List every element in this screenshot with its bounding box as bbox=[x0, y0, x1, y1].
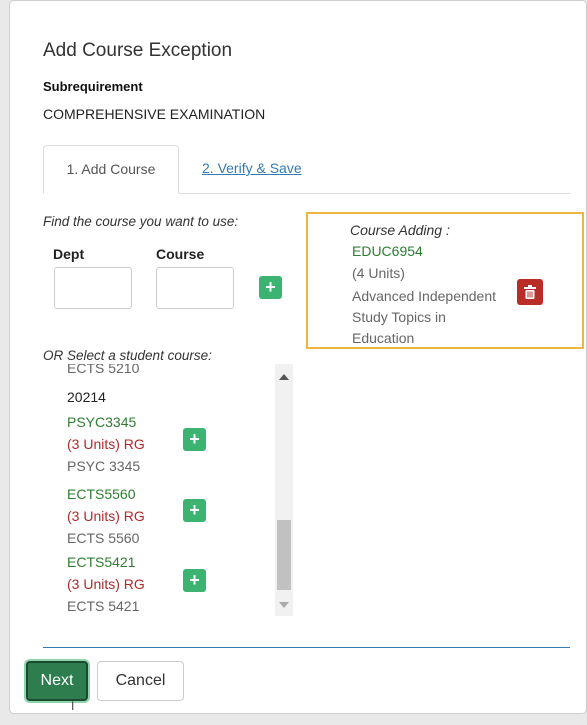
subrequirement-value: COMPREHENSIVE EXAMINATION bbox=[43, 106, 266, 122]
course-adding-code: EDUC6954 bbox=[352, 243, 423, 259]
select-course-button[interactable]: + bbox=[183, 499, 206, 522]
find-course-prompt: Find the course you want to use: bbox=[43, 214, 239, 229]
course-adding-name: Advanced Independent Study Topics in Edu… bbox=[352, 288, 497, 346]
tab-add-course[interactable]: 1. Add Course bbox=[43, 145, 179, 194]
course-grade: RG bbox=[123, 576, 145, 592]
course-grade: RG bbox=[123, 508, 145, 524]
course-code: PSYC3345 bbox=[67, 414, 137, 430]
course-label: Course bbox=[156, 246, 205, 262]
course-name: PSYC 3345 bbox=[67, 458, 141, 474]
select-course-button[interactable]: + bbox=[183, 428, 206, 451]
add-course-exception-dialog: Add Course Exception Subrequirement COMP… bbox=[9, 0, 587, 714]
scroll-thumb[interactable] bbox=[277, 520, 291, 590]
course-units: (3 Units) bbox=[67, 436, 120, 452]
select-course-button[interactable]: + bbox=[183, 569, 206, 592]
course-adding-title: Course Adding : bbox=[350, 222, 450, 238]
course-units-grade: (3 Units) RG bbox=[67, 433, 145, 455]
tab-bar: 1. Add Course 2. Verify & Save bbox=[43, 145, 570, 194]
select-student-course-prompt: OR Select a student course: bbox=[43, 348, 212, 363]
dialog-title: Add Course Exception bbox=[43, 40, 233, 61]
footer-divider bbox=[43, 647, 570, 648]
course-units-grade: (3 Units) RG bbox=[67, 573, 145, 595]
next-button[interactable]: Next bbox=[26, 661, 88, 701]
dept-label: Dept bbox=[53, 246, 85, 262]
course-adding-units: (4 Units) bbox=[352, 265, 405, 281]
course-name: ECTS 5421 bbox=[67, 598, 140, 614]
course-list-scrollbar[interactable] bbox=[275, 364, 293, 616]
cancel-button[interactable]: Cancel bbox=[97, 661, 184, 701]
remove-course-button[interactable] bbox=[517, 279, 543, 305]
course-name: ECTS 5560 bbox=[67, 530, 140, 546]
partial-course-name: ECTS 5210 bbox=[67, 364, 140, 376]
plus-icon: + bbox=[189, 500, 200, 520]
scroll-up-arrow-icon[interactable] bbox=[279, 374, 289, 380]
text-cursor-icon: I bbox=[71, 699, 75, 713]
course-units: (3 Units) bbox=[67, 508, 120, 524]
course-units: (3 Units) bbox=[67, 576, 120, 592]
student-course-list[interactable]: ECTS 5210 20214 PSYC3345 (3 Units) RG PS… bbox=[53, 364, 289, 616]
plus-icon: + bbox=[189, 429, 200, 449]
subrequirement-label: Subrequirement bbox=[43, 79, 143, 94]
scroll-down-arrow-icon[interactable] bbox=[279, 602, 289, 608]
add-course-button[interactable]: + bbox=[259, 276, 282, 299]
course-code: ECTS5560 bbox=[67, 486, 136, 502]
course-input[interactable] bbox=[156, 267, 234, 309]
course-adding-panel: Course Adding : EDUC6954 (4 Units) Advan… bbox=[306, 212, 584, 349]
tab-verify-save[interactable]: 2. Verify & Save bbox=[202, 145, 302, 192]
term-label: 20214 bbox=[67, 389, 106, 405]
course-units-grade: (3 Units) RG bbox=[67, 505, 145, 527]
course-grade: RG bbox=[123, 436, 145, 452]
plus-icon: + bbox=[189, 570, 200, 590]
plus-icon: + bbox=[265, 277, 276, 297]
trash-icon bbox=[524, 285, 536, 299]
course-code: ECTS5421 bbox=[67, 554, 136, 570]
dept-input[interactable] bbox=[54, 267, 132, 309]
